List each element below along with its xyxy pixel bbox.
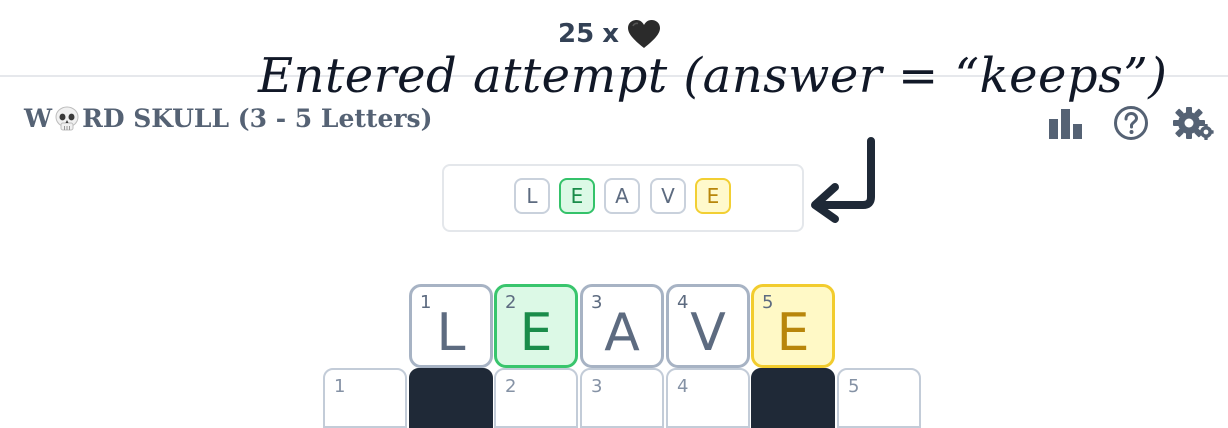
attempt-tile: A — [604, 178, 640, 214]
letter-tile[interactable]: 4 V — [666, 284, 750, 368]
attempt-tile: E — [695, 178, 731, 214]
letter-tile[interactable]: 1 L — [409, 284, 493, 368]
title-suffix: RD SKULL (3 - 5 Letters) — [82, 104, 433, 133]
tile-letter: L — [436, 303, 466, 363]
blocked-cell — [409, 368, 493, 428]
tile-letter: V — [690, 303, 726, 363]
black-heart-icon — [627, 20, 660, 48]
blocked-cell — [751, 368, 835, 428]
cell-number: 1 — [334, 376, 346, 397]
lives-separator: x — [602, 19, 619, 49]
cell-number: 3 — [591, 376, 603, 397]
attempt-letter: E — [570, 184, 584, 208]
grid-cell[interactable]: 1 — [323, 368, 407, 428]
stats-icon[interactable] — [1048, 103, 1084, 143]
grid-cell[interactable]: 3 — [580, 368, 664, 428]
skull-icon — [55, 106, 79, 130]
help-icon[interactable] — [1112, 103, 1150, 143]
attempt-tile: E — [559, 178, 595, 214]
tile-letter: E — [776, 303, 810, 363]
attempt-letter: A — [615, 184, 629, 208]
tile-letter: A — [604, 303, 640, 363]
letter-tile[interactable]: 5 E — [751, 284, 835, 368]
letter-tile[interactable]: 3 A — [580, 284, 664, 368]
title-prefix: W — [24, 104, 53, 133]
cell-number: 5 — [848, 376, 860, 397]
lives-counter: 25 x — [558, 16, 661, 52]
grid-cell[interactable]: 2 — [494, 368, 578, 428]
attempt-tile: L — [514, 178, 550, 214]
annotation-text: Entered attempt (answer = “keeps”) — [258, 48, 1168, 104]
tile-letter: E — [519, 303, 553, 363]
attempt-tile: V — [650, 178, 686, 214]
page-title: W RD SKULL (3 - 5 Letters) — [24, 104, 432, 133]
attempt-letter: V — [661, 184, 675, 208]
attempt-letter: L — [526, 184, 538, 208]
cell-number: 2 — [505, 376, 517, 397]
letter-tile[interactable]: 2 E — [494, 284, 578, 368]
settings-icon[interactable] — [1172, 103, 1214, 143]
cell-number: 4 — [677, 376, 689, 397]
attempt-letter: E — [706, 184, 720, 208]
grid-cell[interactable]: 5 — [837, 368, 921, 428]
lives-count: 25 — [558, 19, 595, 49]
return-arrow-icon — [811, 137, 875, 223]
grid-cell[interactable]: 4 — [666, 368, 750, 428]
